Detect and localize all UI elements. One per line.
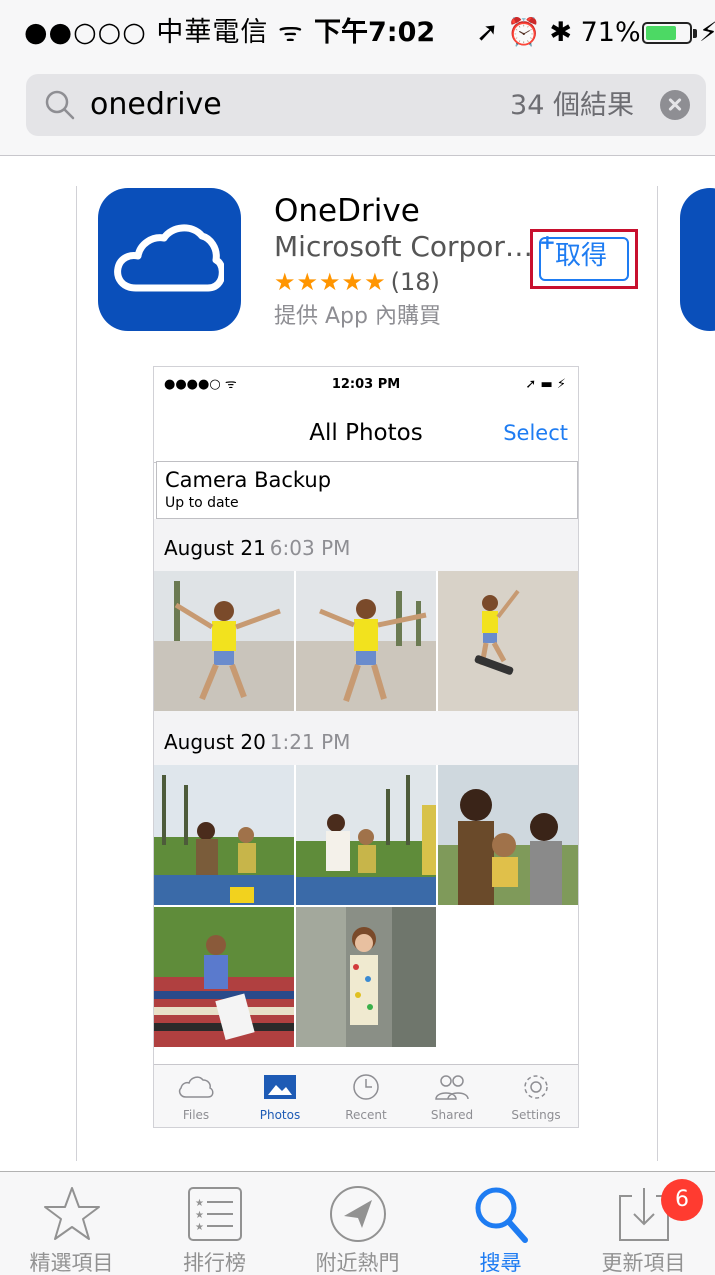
get-button-label: 取得 [555, 241, 608, 271]
preview-tab-shared: Shared [412, 1071, 492, 1123]
photo-thumbnail [154, 907, 294, 1047]
app-name[interactable]: OneDrive [274, 192, 420, 230]
status-time: 下午7:02 [314, 17, 436, 48]
preview-select-button: Select [503, 421, 568, 445]
svg-text:★: ★ [195, 1210, 204, 1221]
charging-icon: ⚡ [699, 17, 715, 48]
app-icon[interactable] [98, 188, 241, 331]
search-input[interactable]: onedrive [90, 86, 222, 124]
photo-thumbnail [296, 571, 436, 711]
in-app-purchase-note: 提供 App 內購買 [274, 304, 441, 329]
camera-backup-banner: Camera Backup Up to date [156, 461, 578, 519]
search-header: onedrive 34 個結果 [0, 66, 715, 156]
updates-badge: 6 [661, 1179, 703, 1221]
tab-top-charts[interactable]: ★ ★ ★ 排行榜 [143, 1182, 286, 1275]
tab-near-me[interactable]: 附近熱門 [286, 1182, 429, 1275]
tab-featured[interactable]: 精選項目 [0, 1182, 143, 1275]
list-icon: ★★★ [187, 1187, 242, 1241]
preview-tab-photos: Photos [240, 1071, 320, 1123]
photo-thumbnail [438, 571, 578, 711]
search-icon [45, 90, 75, 120]
svg-text:★: ★ [195, 1222, 204, 1233]
card-divider-left [76, 186, 77, 1161]
status-indicators: ➚ ⏰ ✱ 71% [476, 17, 641, 48]
preview-tab-bar: Files Photos Recent Shared Settings [154, 1064, 578, 1127]
cloud-icon [178, 1076, 214, 1098]
app-developer: Microsoft Corpor… [274, 230, 533, 263]
photo-thumbnail [438, 765, 578, 905]
svg-text:★: ★ [195, 1198, 204, 1209]
card-divider-right [657, 186, 658, 1161]
rating-stars: ★★★★★ [274, 268, 387, 296]
clear-icon[interactable] [660, 90, 690, 120]
rating-count: (18) [390, 268, 440, 296]
carrier-label: ●●○○○ 中華電信 ᯤ [24, 17, 304, 48]
result-count: 34 個結果 [510, 90, 634, 121]
plus-icon: + [539, 230, 556, 254]
photo-group-date: August 21 6:03 PM [164, 536, 351, 560]
star-icon [43, 1187, 100, 1240]
people-icon [435, 1075, 469, 1100]
photo-group-date: August 20 1:21 PM [164, 730, 351, 754]
app-screenshot[interactable]: ●●●●○ ᯤ 12:03 PM ➚ ▬ ⚡ All Photos Select… [153, 366, 579, 1128]
gear-icon [524, 1075, 548, 1099]
search-field[interactable]: onedrive 34 個結果 [26, 74, 706, 136]
tab-bar: 精選項目 ★ ★ ★ 排行榜 附近熱門 搜尋 更新項目 [0, 1171, 715, 1275]
next-app-icon[interactable] [680, 188, 715, 331]
cloud-logo-icon [114, 224, 224, 292]
photo-thumbnail [154, 765, 294, 905]
preview-nav-bar: All Photos Select [154, 403, 578, 463]
location-icon [329, 1186, 386, 1242]
photo-thumbnail [154, 571, 294, 711]
get-button[interactable]: + 取得 [530, 229, 638, 289]
battery-icon [642, 22, 692, 44]
photo-thumbnail [296, 907, 436, 1047]
app-rating: ★★★★★ (18) [274, 266, 440, 298]
search-icon [475, 1187, 528, 1243]
tab-search[interactable]: 搜尋 [429, 1182, 572, 1275]
status-bar: ●●○○○ 中華電信 ᯤ 下午7:02 ➚ ⏰ ✱ 71% ⚡ [0, 0, 715, 66]
preview-tab-files: Files [156, 1071, 236, 1123]
preview-tab-settings: Settings [496, 1071, 576, 1123]
photos-icon [264, 1075, 296, 1099]
clock-icon [353, 1074, 379, 1100]
preview-status-bar: ●●●●○ ᯤ 12:03 PM ➚ ▬ ⚡ [164, 377, 566, 392]
preview-tab-recent: Recent [326, 1071, 406, 1123]
photo-thumbnail [296, 765, 436, 905]
